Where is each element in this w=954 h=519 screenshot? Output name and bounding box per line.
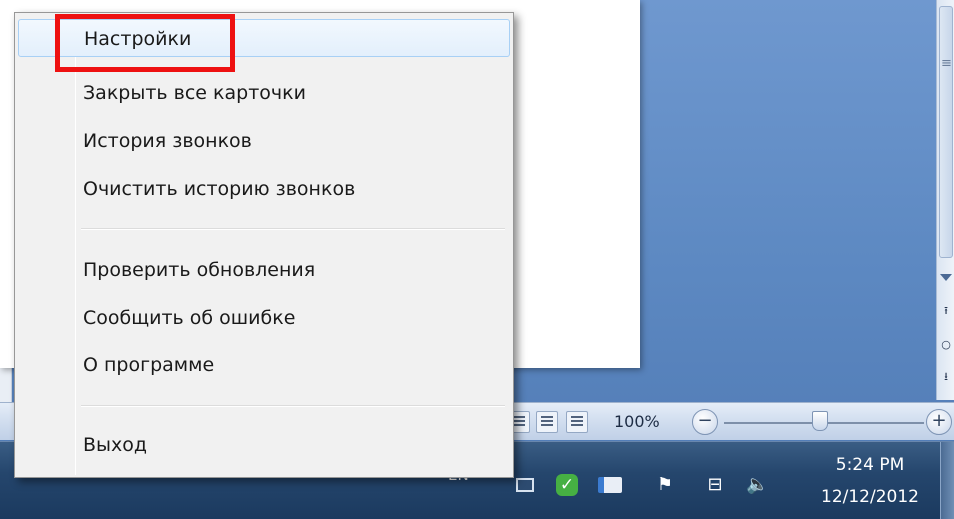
view-draft-button[interactable]	[566, 411, 588, 433]
menu-item-call-history[interactable]: История звонков	[18, 122, 510, 160]
clock-date[interactable]: 12/12/2012	[806, 487, 934, 507]
next-page-icon[interactable]: ⭳	[937, 366, 954, 388]
vertical-scrollbar[interactable]: ≡ ⭱ ○ ⭳	[936, 0, 954, 400]
network-icon[interactable]	[516, 478, 534, 492]
annotation-highlight-box	[55, 14, 235, 72]
clock-time[interactable]: 5:24 PM	[820, 455, 920, 475]
show-desktop-button[interactable]	[940, 442, 954, 519]
menu-item-about[interactable]: О программе	[18, 346, 510, 384]
flag-icon[interactable]: ⚑	[654, 474, 676, 496]
skype-icon[interactable]: ✓	[556, 474, 578, 496]
view-outline-button[interactable]	[536, 411, 558, 433]
browse-object-icon[interactable]: ○	[937, 334, 954, 356]
menu-item-close-all-cards[interactable]: Закрыть все карточки	[18, 74, 510, 112]
menu-separator	[81, 228, 505, 230]
scroll-thumb[interactable]: ≡	[939, 6, 953, 258]
card-icon[interactable]	[598, 477, 622, 493]
menu-item-report-bug[interactable]: Сообщить об ошибке	[18, 299, 510, 337]
menu-item-check-updates[interactable]: Проверить обновления	[18, 251, 510, 289]
previous-page-icon[interactable]: ⭱	[937, 300, 954, 322]
connection-icon[interactable]: ⊟	[704, 474, 726, 496]
grip-icon: ≡	[941, 56, 952, 71]
zoom-in-button[interactable]: +	[926, 409, 952, 435]
zoom-slider-thumb[interactable]	[812, 411, 828, 431]
zoom-out-button[interactable]: −	[692, 409, 718, 435]
menu-item-exit[interactable]: Выход	[18, 426, 510, 464]
menu-separator	[81, 405, 505, 407]
menu-item-clear-call-history[interactable]: Очистить историю звонков	[18, 170, 510, 208]
scroll-down-icon[interactable]	[940, 274, 952, 281]
zoom-level[interactable]: 100%	[614, 412, 660, 431]
volume-icon[interactable]: 🔈	[746, 474, 768, 496]
context-menu: Настройки Закрыть все карточки История з…	[14, 12, 514, 478]
